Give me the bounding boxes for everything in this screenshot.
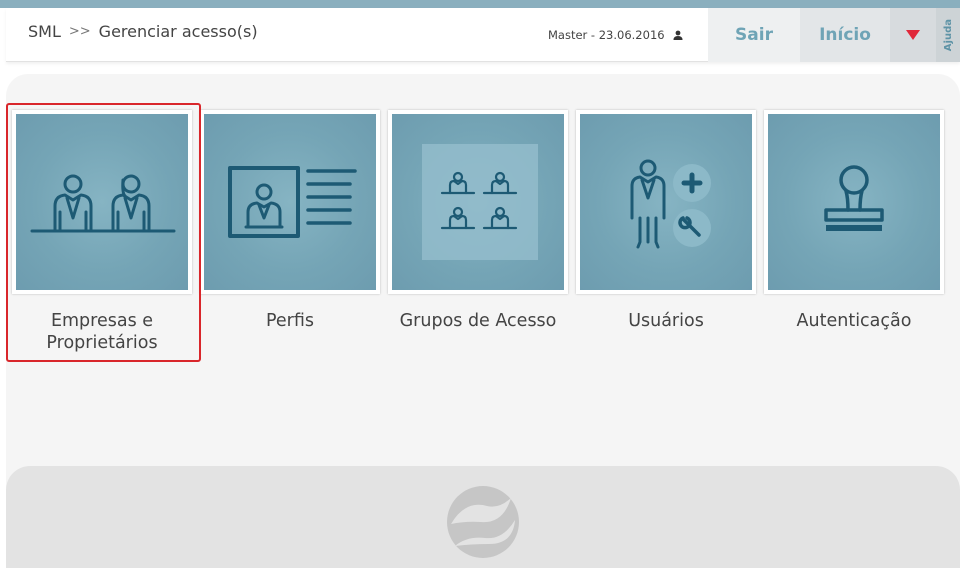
tile-label: Perfis bbox=[265, 311, 315, 331]
users-add-tools-icon bbox=[630, 159, 711, 249]
top-accent-stripe bbox=[0, 0, 960, 8]
tile-image-frame bbox=[12, 110, 192, 294]
user-info: Master - 23.06.2016 bbox=[548, 28, 683, 42]
companies-owners-icon bbox=[30, 174, 176, 233]
breadcrumb-current: Gerenciar acesso(s) bbox=[98, 22, 258, 41]
tile-companies-owners[interactable]: Empresas e Proprietários bbox=[12, 110, 192, 354]
tile-image-frame bbox=[200, 110, 380, 294]
breadcrumb-root[interactable]: SML bbox=[28, 22, 61, 41]
footer-panel bbox=[6, 466, 960, 568]
tile-image bbox=[580, 114, 752, 290]
dropdown-button[interactable] bbox=[890, 8, 936, 62]
tile-label: Empresas e Proprietários bbox=[46, 311, 158, 353]
profile-card-icon bbox=[228, 166, 357, 238]
main-panel: Empresas e Proprietários Perfis Grupos d… bbox=[6, 74, 960, 494]
tile-image bbox=[204, 114, 376, 290]
home-button[interactable]: Início bbox=[800, 8, 890, 62]
triangle-down-icon bbox=[906, 30, 920, 40]
tile-image-frame bbox=[576, 110, 756, 294]
tile-image-frame bbox=[388, 110, 568, 294]
tile-image bbox=[16, 114, 188, 290]
tile-label: Grupos de Acesso bbox=[399, 311, 557, 331]
tile-label: Autenticação bbox=[796, 311, 912, 331]
help-tab-label: Ajuda bbox=[942, 18, 954, 52]
tile-label: Usuários bbox=[628, 311, 704, 331]
user-icon[interactable] bbox=[673, 30, 683, 40]
access-groups-icon bbox=[422, 144, 538, 260]
tile-image bbox=[768, 114, 940, 290]
swirl-logo-icon bbox=[447, 486, 519, 558]
breadcrumb: SML >> Gerenciar acesso(s) bbox=[28, 22, 258, 41]
breadcrumb-separator: >> bbox=[68, 24, 91, 39]
tile-image bbox=[392, 114, 564, 290]
user-info-text: Master - 23.06.2016 bbox=[548, 28, 665, 42]
logout-button[interactable]: Sair bbox=[708, 8, 800, 62]
stamp-icon bbox=[824, 165, 884, 231]
tile-access-groups[interactable]: Grupos de Acesso bbox=[388, 110, 568, 332]
tile-users[interactable]: Usuários bbox=[576, 110, 756, 332]
app-header: SML >> Gerenciar acesso(s) Master - 23.0… bbox=[6, 8, 960, 62]
help-tab[interactable]: Ajuda bbox=[936, 8, 960, 62]
tile-image-frame bbox=[764, 110, 944, 294]
tile-authentication[interactable]: Autenticação bbox=[764, 110, 944, 332]
tile-profiles[interactable]: Perfis bbox=[200, 110, 380, 332]
